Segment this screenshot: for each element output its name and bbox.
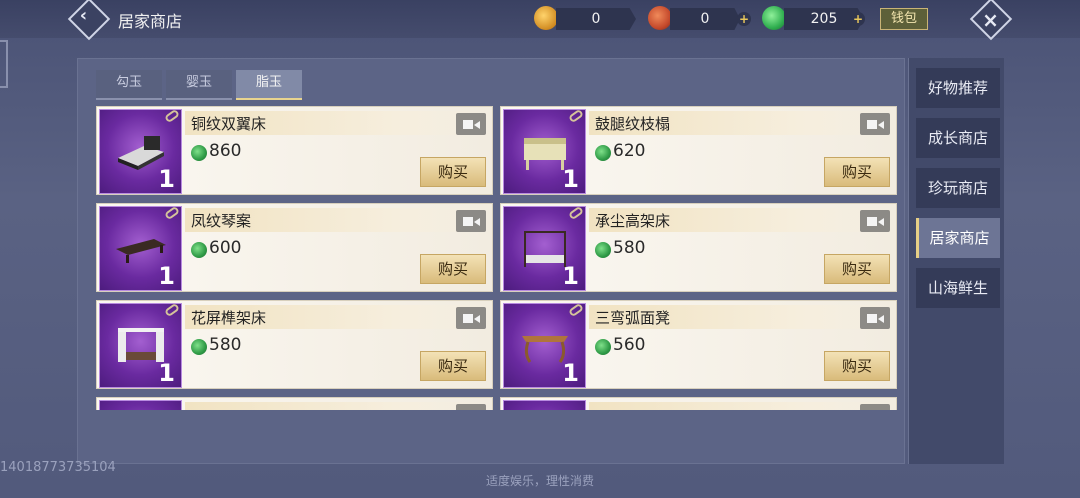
gold-pouch-icon [534,6,558,30]
jade-icon [762,6,786,30]
item-thumbnail: 1 [99,108,182,194]
item-price: 600 [209,238,242,258]
item-card[interactable]: 1 三弯弧面凳 560 购买 [500,300,897,389]
camera-icon [463,217,473,226]
camera-icon [463,120,473,129]
item-quantity: 1 [158,165,175,193]
item-card[interactable]: 1 凤纹琴案 600 购买 [96,203,493,292]
side-item-home[interactable]: 居家商店 [916,218,1000,258]
link-icon [163,302,181,318]
item-thumbnail: 1 [99,205,182,291]
camera-icon [867,314,877,323]
left-decoration [0,40,8,88]
camera-icon [463,314,473,323]
item-price: 560 [613,335,646,355]
item-card[interactable]: 1 花屏榫架床 580 购买 [96,300,493,389]
buy-button[interactable]: 购买 [420,351,486,381]
wallet-button[interactable]: 钱包 [880,8,928,30]
buy-button[interactable]: 购买 [420,254,486,284]
jade-icon [191,242,207,258]
item-thumbnail [99,400,182,410]
video-preview-button[interactable] [860,307,890,329]
buy-button[interactable]: 购买 [824,351,890,381]
item-card[interactable] [96,397,493,410]
item-name: 凤纹琴案 [191,212,252,230]
tab-gouyu[interactable]: 勾玉 [96,70,162,100]
link-icon [163,108,181,124]
item-thumbnail: 1 [503,302,586,388]
item-card[interactable]: 1 铜纹双翼床 860 购买 [96,106,493,195]
item-thumbnail [503,400,586,410]
item-quantity: 1 [562,165,579,193]
item-price: 860 [209,141,242,161]
name-band [185,402,485,410]
buy-button[interactable]: 购买 [824,254,890,284]
tab-yingyu[interactable]: 婴玉 [166,70,232,100]
camera-icon [867,217,877,226]
side-item-seafood[interactable]: 山海鲜生 [916,268,1000,308]
side-item-recommend[interactable]: 好物推荐 [916,68,1000,108]
video-preview-button[interactable] [456,113,486,135]
item-name: 三弯弧面凳 [595,309,671,327]
video-preview-button[interactable] [456,404,486,410]
jade-icon [191,339,207,355]
link-icon [567,108,585,124]
item-name: 鼓腿纹枝榻 [595,115,671,133]
item-thumbnail: 1 [503,108,586,194]
close-icon: × [982,7,999,32]
side-item-growth[interactable]: 成长商店 [916,118,1000,158]
video-preview-button[interactable] [860,113,890,135]
item-price: 620 [613,141,646,161]
page-title: 居家商店 [118,12,183,31]
link-icon [163,205,181,221]
tab-zhiyu[interactable]: 脂玉 [236,70,302,100]
footer-notice: 适度娱乐，理性消费 [485,474,594,488]
camera-lens-icon [878,121,884,129]
chevron-left-icon: ‹ [79,5,88,27]
item-name: 铜纹双翼床 [191,115,267,133]
item-quantity: 1 [158,262,175,290]
currency-gold-value: 0 [556,8,636,30]
item-card[interactable]: 1 鼓腿纹枝榻 620 购买 [500,106,897,195]
jade-icon [595,339,611,355]
item-name: 花屏榫架床 [191,309,267,327]
jade-icon [191,145,207,161]
camera-icon [867,120,877,129]
video-preview-button[interactable] [456,210,486,232]
red-coin-icon [648,6,672,30]
item-quantity: 1 [562,359,579,387]
camera-lens-icon [474,315,480,323]
video-preview-button[interactable] [860,210,890,232]
camera-lens-icon [878,315,884,323]
item-price: 580 [209,335,242,355]
item-price: 580 [613,238,646,258]
link-icon [567,205,585,221]
item-name: 承尘高架床 [595,212,671,230]
jade-icon [595,145,611,161]
camera-lens-icon [878,218,884,226]
item-quantity: 1 [158,359,175,387]
video-preview-button[interactable] [860,404,890,410]
name-band [589,402,889,410]
camera-lens-icon [474,218,480,226]
add-currency-red-icon[interactable]: + [737,12,751,26]
item-quantity: 1 [562,262,579,290]
item-thumbnail: 1 [503,205,586,291]
jade-icon [595,242,611,258]
item-card[interactable] [500,397,897,410]
item-grid: 1 铜纹双翼床 860 购买 1 鼓腿纹枝榻 620 购买 1 凤纹琴案 600 [96,106,900,410]
buy-button[interactable]: 购买 [824,157,890,187]
buy-button[interactable]: 购买 [420,157,486,187]
camera-lens-icon [474,121,480,129]
link-icon [567,302,585,318]
currency-red-value: 0 [670,8,740,30]
video-preview-button[interactable] [456,307,486,329]
item-card[interactable]: 1 承尘高架床 580 购买 [500,203,897,292]
side-item-treasure[interactable]: 珍玩商店 [916,168,1000,208]
add-currency-jade-icon[interactable]: + [851,12,865,26]
item-thumbnail: 1 [99,302,182,388]
